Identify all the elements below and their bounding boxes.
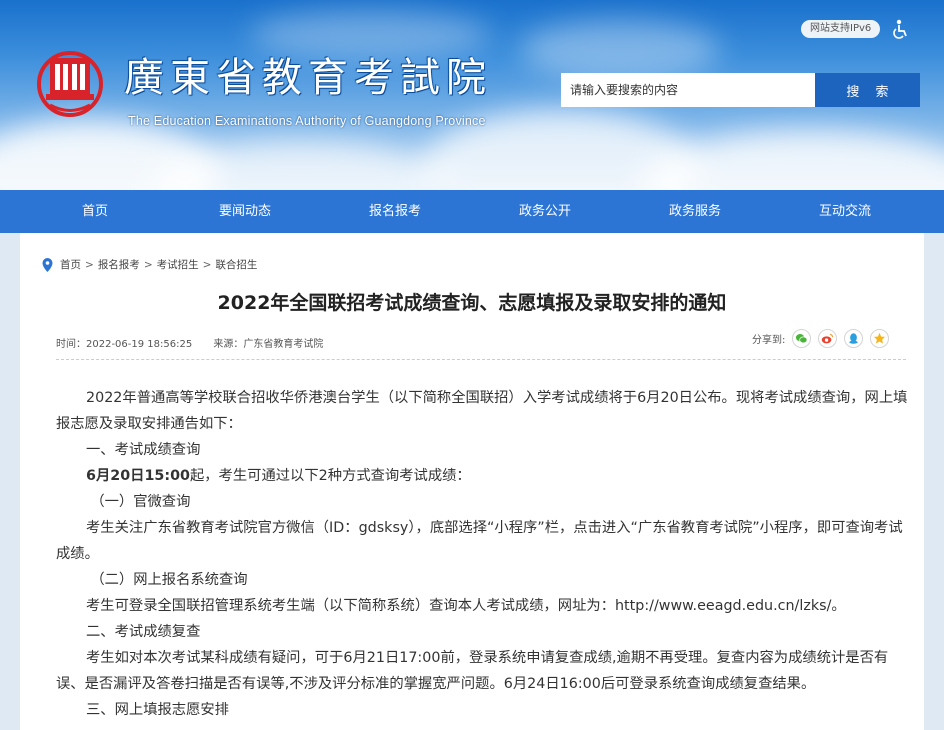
article-title: 2022年全国联招考试成绩查询、志愿填报及录取安排的通知 — [217, 292, 727, 314]
breadcrumb: 首页 > 报名报考 > 考试招生 > 联合招生 — [42, 257, 257, 272]
logo-emblem-icon[interactable] — [36, 50, 104, 118]
breadcrumb-registration[interactable]: 报名报考 — [98, 257, 140, 272]
paragraph-intro: 2022年普通高等学校联合招收华侨港澳台学生（以下简称全国联招）入学考试成绩将于… — [56, 390, 908, 432]
breadcrumb-home[interactable]: 首页 — [60, 257, 81, 272]
breadcrumb-exam-enrollment[interactable]: 考试招生 — [157, 257, 199, 272]
share-qzone-button[interactable] — [870, 329, 890, 348]
paragraph-wechat-query: 考生关注广东省教育考试院官方微信（ID：gdsksy），底部选择“小程序”栏，点… — [56, 520, 903, 562]
share-bar: 分享到: — [752, 329, 890, 348]
query-time-rest: 起，考生可通过以下2种方式查询考试成绩： — [189, 468, 471, 484]
search-button[interactable]: 搜 索 — [815, 73, 920, 107]
logo-subtitle: The Education Examinations Authority of … — [128, 114, 486, 128]
qq-icon — [849, 333, 859, 344]
nav-item-public-affairs[interactable]: 政务公开 — [490, 190, 600, 233]
article-body: 2022年普通高等学校联合招收华侨港澳台学生（以下简称全国联招）入学考试成绩将于… — [56, 385, 908, 723]
breadcrumb-separator: > — [143, 258, 153, 271]
logo-title[interactable]: 廣東省教育考試院 — [124, 58, 492, 98]
breadcrumb-separator: > — [202, 258, 212, 271]
breadcrumb-separator: > — [85, 258, 94, 271]
weibo-icon — [822, 333, 834, 344]
nav-item-services[interactable]: 政务服务 — [600, 190, 790, 233]
heading-volunteer-filing: 三、网上填报志愿安排 — [86, 702, 229, 718]
article-meta: 时间：2022-06-19 18:56:25 来源：广东省教育考试院 — [56, 335, 323, 350]
paragraph-score-review: 考生如对本次考试某科成绩有疑问，可于6月21日17:00前，登录系统申请复查成绩… — [56, 650, 889, 692]
breadcrumb-joint-enrollment[interactable]: 联合招生 — [215, 257, 257, 272]
article-source: 来源：广东省教育考试院 — [213, 339, 324, 350]
meta-divider — [56, 359, 906, 360]
paragraph-query-time: 6月20日15:00起，考生可通过以下2种方式查询考试成绩： — [56, 463, 908, 489]
nav-item-news[interactable]: 要闻动态 — [190, 190, 300, 233]
article-card: 首页 > 报名报考 > 考试招生 > 联合招生 2022年全国联招考试成绩查询、… — [20, 233, 924, 730]
ipv6-badge: 网站支持IPv6 — [801, 20, 881, 38]
paragraph-online-query: 考生可登录全国联招管理系统考生端（以下简称系统）查询本人考试成绩，网址为：htt… — [86, 598, 846, 614]
search-input[interactable] — [561, 73, 815, 107]
publish-time: 时间：2022-06-19 18:56:25 — [56, 339, 193, 350]
nav-item-registration[interactable]: 报名报考 — [300, 190, 490, 233]
heading-score-review: 二、考试成绩复查 — [86, 624, 201, 640]
heading-online-query: （二）网上报名系统查询 — [90, 572, 248, 588]
share-label: 分享到: — [752, 335, 786, 346]
share-weibo-button[interactable] — [818, 329, 838, 348]
query-time-bold: 6月20日15:00 — [86, 468, 190, 484]
share-wechat-button[interactable] — [792, 329, 812, 348]
nav-item-interaction[interactable]: 互动交流 — [790, 190, 900, 233]
share-qq-button[interactable] — [844, 329, 864, 348]
main-nav: 首页 要闻动态 报名报考 政务公开 政务服务 互动交流 — [0, 190, 944, 233]
heading-score-query: 一、考试成绩查询 — [86, 442, 201, 458]
qzone-star-icon — [874, 332, 886, 344]
wechat-icon — [796, 334, 808, 344]
nav-item-home[interactable]: 首页 — [0, 190, 190, 233]
location-pin-icon — [42, 257, 53, 272]
accessibility-icon[interactable] — [891, 19, 909, 39]
heading-wechat-query: （一）官微查询 — [90, 494, 191, 510]
